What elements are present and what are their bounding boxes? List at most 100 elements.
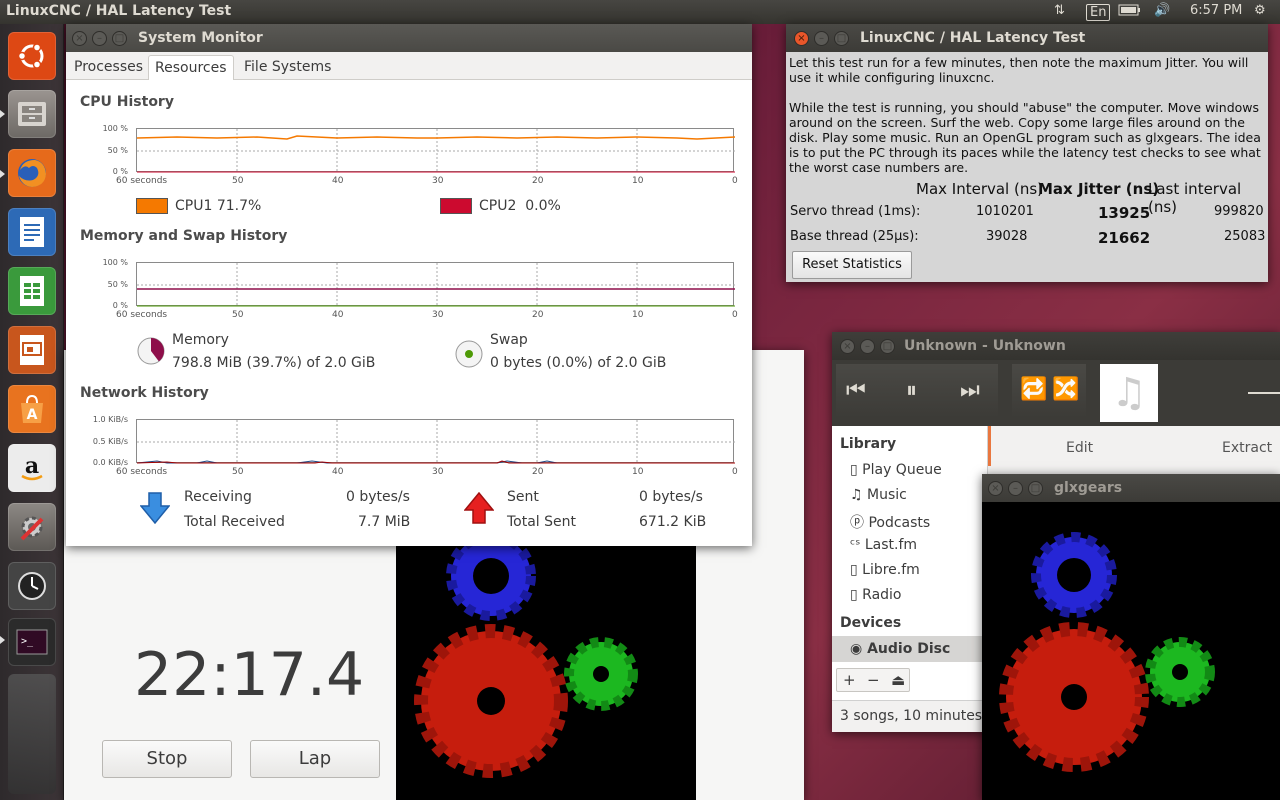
pause-icon[interactable]: ⏸ bbox=[906, 378, 917, 403]
running-pip bbox=[0, 170, 5, 178]
receiving-value: 0 bytes/s bbox=[346, 489, 410, 505]
receiving-arrow-icon[interactable] bbox=[139, 492, 171, 528]
minimize-icon[interactable]: – bbox=[860, 339, 875, 354]
active-window-title: LinuxCNC / HAL Latency Test bbox=[6, 3, 232, 19]
sidebar-item-podcasts[interactable]: ⓟ Podcasts bbox=[850, 512, 930, 532]
eject-icon[interactable]: ⏏ bbox=[891, 669, 905, 691]
minimize-icon[interactable]: – bbox=[92, 31, 107, 46]
radio-icon: ▯ bbox=[850, 587, 863, 603]
minimize-icon[interactable]: – bbox=[1008, 481, 1023, 496]
stop-button[interactable]: Stop bbox=[102, 740, 232, 778]
sidebar-item-radio[interactable]: ▯ Radio bbox=[850, 587, 902, 603]
mem-xtick: 50 bbox=[232, 310, 244, 320]
stacked-launcher-icons[interactable] bbox=[8, 674, 56, 794]
cpu1-color-swatch[interactable] bbox=[136, 198, 168, 214]
terminal-icon[interactable]: >_ bbox=[8, 618, 56, 666]
sidebar-item-play-queue[interactable]: ▯ Play Queue bbox=[850, 462, 942, 478]
net-ytick: 0.5 KiB/s bbox=[92, 437, 128, 446]
latency-body: Let this test run for a few minutes, the… bbox=[786, 52, 1268, 178]
net-xtick: 40 bbox=[332, 467, 344, 477]
ubuntu-icon[interactable] bbox=[8, 32, 56, 80]
settings-icon[interactable] bbox=[8, 503, 56, 551]
volume-icon[interactable]: 🔊 bbox=[1154, 3, 1170, 18]
cpu-ytick: 100 % bbox=[102, 124, 128, 133]
total-sent-value: 671.2 KiB bbox=[639, 514, 707, 530]
cpu2-color-swatch[interactable] bbox=[440, 198, 472, 214]
memory-pie-icon[interactable] bbox=[136, 336, 166, 370]
source-sidebar: Library ▯ Play Queue ♫ Music ⓟ Podcasts … bbox=[832, 426, 988, 732]
glxgears-titlebar[interactable]: × – □ glxgears bbox=[982, 474, 1280, 502]
clock-text[interactable]: 6:57 PM bbox=[1190, 3, 1242, 18]
extract-button[interactable]: Extract bbox=[1222, 440, 1272, 456]
tab-file-systems[interactable]: File Systems bbox=[238, 55, 337, 80]
remove-icon[interactable]: − bbox=[867, 669, 880, 691]
stopwatch-time: 22:17.4 bbox=[134, 640, 365, 710]
close-icon[interactable]: × bbox=[794, 31, 809, 46]
tab-resources[interactable]: Resources bbox=[148, 55, 234, 80]
cpu1-legend: CPU1 71.7% bbox=[175, 198, 262, 214]
net-ytick: 1.0 KiB/s bbox=[92, 415, 128, 424]
software-center-icon[interactable]: A bbox=[8, 385, 56, 433]
writer-icon[interactable] bbox=[8, 208, 56, 256]
net-xtick: 0 bbox=[732, 467, 738, 477]
sidebar-item-label: Last.fm bbox=[864, 537, 918, 553]
rhythmbox-titlebar[interactable]: × – □ Unknown - Unknown bbox=[832, 332, 1280, 360]
sent-arrow-icon[interactable] bbox=[463, 491, 495, 528]
edit-button[interactable]: Edit bbox=[1066, 440, 1093, 456]
maximize-icon[interactable]: □ bbox=[1028, 481, 1043, 496]
maximize-icon[interactable]: □ bbox=[880, 339, 895, 354]
sidebar-item-librefm[interactable]: ▯ Libre.fm bbox=[850, 562, 920, 578]
calc-icon[interactable] bbox=[8, 267, 56, 315]
system-monitor-titlebar[interactable]: × – □ System Monitor bbox=[66, 24, 752, 52]
glxgears-render-background bbox=[396, 531, 696, 800]
add-icon[interactable]: + bbox=[843, 669, 856, 691]
repeat-icon[interactable]: 🔁 bbox=[1020, 377, 1047, 402]
tab-processes[interactable]: Processes bbox=[68, 55, 149, 80]
net-xtick: 20 bbox=[532, 467, 544, 477]
memory-label: Memory bbox=[172, 332, 229, 348]
firefox-icon[interactable] bbox=[8, 149, 56, 197]
sidebar-item-label: Audio Disc bbox=[867, 641, 951, 657]
clock-icon[interactable] bbox=[8, 562, 56, 610]
power-gear-icon[interactable]: ⚙ bbox=[1254, 3, 1266, 18]
impress-icon[interactable] bbox=[8, 326, 56, 374]
close-icon[interactable]: × bbox=[988, 481, 1003, 496]
battery-icon[interactable] bbox=[1118, 3, 1142, 21]
previous-icon[interactable]: ⏮ bbox=[846, 378, 866, 403]
sidebar-item-lastfm[interactable]: ᶜˢ Last.fm bbox=[850, 537, 917, 553]
blue-gear bbox=[446, 531, 536, 621]
keyboard-indicator[interactable]: En bbox=[1086, 4, 1111, 21]
close-icon[interactable]: × bbox=[72, 31, 87, 46]
servo-last-interval: 999820 bbox=[1214, 204, 1264, 219]
reset-statistics-button[interactable]: Reset Statistics bbox=[792, 251, 912, 279]
glxgears-canvas bbox=[999, 532, 1215, 772]
sidebar-item-audio-disc[interactable]: ◉ Audio Disc bbox=[832, 636, 988, 662]
amazon-icon[interactable]: a bbox=[8, 444, 56, 492]
close-icon[interactable]: × bbox=[840, 339, 855, 354]
maximize-icon[interactable]: □ bbox=[112, 31, 127, 46]
red-gear bbox=[999, 622, 1149, 772]
svg-text:a: a bbox=[25, 453, 39, 479]
mem-ytick: 50 % bbox=[107, 280, 128, 289]
next-icon[interactable]: ⏭ bbox=[960, 378, 980, 403]
network-icon[interactable]: ⇅ bbox=[1054, 3, 1065, 18]
latency-titlebar[interactable]: × – □ LinuxCNC / HAL Latency Test bbox=[786, 24, 1268, 52]
top-panel: LinuxCNC / HAL Latency Test ⇅ En 🔊 6:57 … bbox=[0, 0, 1280, 24]
album-art-icon[interactable]: ♫ bbox=[1100, 364, 1158, 422]
shuffle-icon[interactable]: 🔀 bbox=[1052, 377, 1079, 402]
files-icon[interactable] bbox=[8, 90, 56, 138]
swap-pie-icon[interactable] bbox=[454, 339, 484, 373]
net-xtick: 10 bbox=[632, 467, 644, 477]
mem-xtick: 30 bbox=[432, 310, 444, 320]
running-pip bbox=[0, 110, 5, 118]
progress-slider[interactable] bbox=[1248, 392, 1280, 394]
window-title: Unknown - Unknown bbox=[904, 338, 1066, 354]
lap-button[interactable]: Lap bbox=[250, 740, 380, 778]
sidebar-item-music[interactable]: ♫ Music bbox=[850, 487, 907, 503]
maximize-icon[interactable]: □ bbox=[834, 31, 849, 46]
cpu2-legend: CPU2 0.0% bbox=[479, 198, 561, 214]
memory-history-title: Memory and Swap History bbox=[80, 228, 288, 244]
cpu-history-title: CPU History bbox=[80, 94, 174, 110]
minimize-icon[interactable]: – bbox=[814, 31, 829, 46]
running-pip bbox=[0, 636, 5, 644]
